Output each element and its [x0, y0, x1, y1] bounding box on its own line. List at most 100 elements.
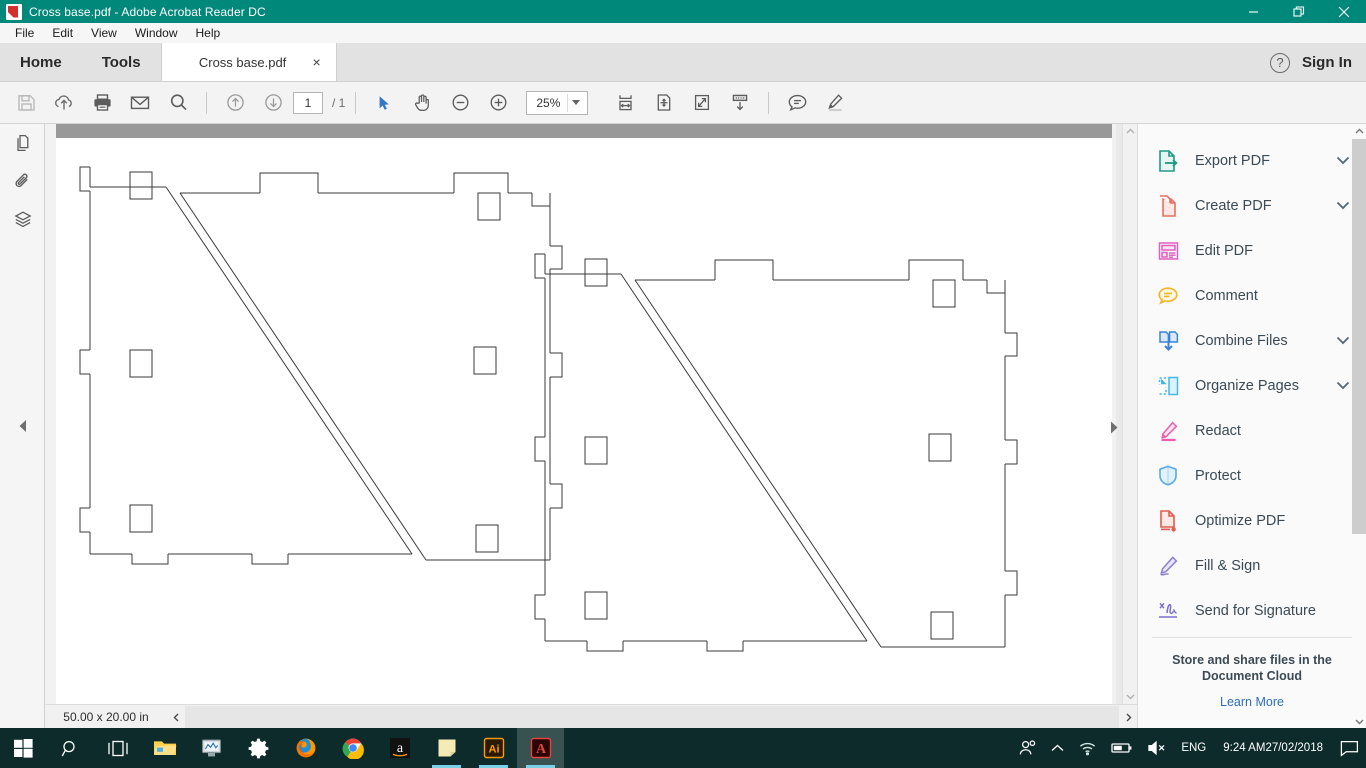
close-icon[interactable]	[1321, 0, 1366, 23]
people-icon[interactable]	[1012, 728, 1044, 768]
zoom-level-select[interactable]: 25%	[526, 90, 589, 115]
clock[interactable]: 9:24 AM 27/02/2018	[1213, 728, 1333, 768]
scroll-up-icon[interactable]	[1123, 124, 1138, 139]
chevron-down-icon[interactable]	[1336, 377, 1350, 395]
wifi-icon[interactable]	[1071, 728, 1104, 768]
comment-icon[interactable]	[779, 87, 815, 119]
previous-page-icon[interactable]	[217, 87, 253, 119]
search-icon[interactable]	[47, 728, 94, 768]
window-title: Cross base.pdf - Adobe Acrobat Reader DC	[29, 4, 266, 19]
svg-text:Ai: Ai	[488, 744, 499, 756]
collapse-left-pane-icon[interactable]	[0, 414, 45, 438]
learn-more-link[interactable]: Learn More	[1160, 695, 1344, 709]
zoom-out-icon[interactable]	[442, 87, 478, 119]
language-indicator[interactable]: ENG	[1174, 728, 1213, 768]
amazon-icon[interactable]: a	[376, 728, 423, 768]
menu-file[interactable]: File	[6, 24, 43, 42]
sign-in-button[interactable]: Sign In	[1302, 54, 1352, 71]
tool-export-pdf[interactable]: Export PDF	[1138, 138, 1366, 183]
chevron-up-icon[interactable]	[1044, 728, 1071, 768]
chevron-down-icon[interactable]	[1336, 332, 1350, 350]
tool-label: Combine Files	[1195, 332, 1288, 349]
scroll-left-icon[interactable]	[167, 705, 185, 729]
tab-tools[interactable]: Tools	[82, 43, 161, 81]
title-bar: Cross base.pdf - Adobe Acrobat Reader DC	[0, 0, 1366, 23]
attachments-icon[interactable]	[0, 162, 45, 200]
pane-scroll-up-icon[interactable]	[1352, 124, 1366, 139]
help-icon[interactable]: ?	[1270, 52, 1290, 73]
chevron-down-icon[interactable]	[1336, 152, 1350, 170]
menu-bar: File Edit View Window Help	[0, 23, 1366, 43]
settings-gear-icon[interactable]	[235, 728, 282, 768]
tool-optimize-pdf[interactable]: Optimize PDF	[1138, 498, 1366, 543]
page-thumbnails-icon[interactable]	[0, 124, 45, 162]
pdf-page-canvas[interactable]	[56, 138, 1112, 704]
tool-edit-pdf[interactable]: Edit PDF	[1138, 228, 1366, 273]
email-icon[interactable]	[122, 87, 158, 119]
tool-create-pdf[interactable]: Create PDF	[1138, 183, 1366, 228]
tools-pane-scrollbar[interactable]	[1352, 124, 1366, 729]
start-button-icon[interactable]	[0, 728, 47, 768]
chrome-icon[interactable]	[329, 728, 376, 768]
vertical-scroll-thumb[interactable]	[1123, 139, 1138, 679]
toolbar-separator	[206, 91, 207, 114]
zoom-region-icon[interactable]	[684, 87, 720, 119]
firefox-icon[interactable]	[282, 728, 329, 768]
search-icon[interactable]	[160, 87, 196, 119]
menu-window[interactable]: Window	[126, 24, 187, 42]
pane-scroll-thumb[interactable]	[1352, 139, 1366, 534]
chevron-down-icon[interactable]	[1336, 197, 1350, 215]
menu-edit[interactable]: Edit	[43, 24, 82, 42]
system-tray: ENG 9:24 AM 27/02/2018	[1012, 728, 1366, 768]
battery-icon[interactable]	[1104, 728, 1140, 768]
page-total-label: / 1	[332, 95, 346, 110]
close-tab-icon[interactable]: ×	[308, 53, 326, 71]
export-pdf-icon	[1155, 149, 1181, 173]
sticky-notes-icon[interactable]	[423, 728, 470, 768]
tool-organize-pages[interactable]: Organize Pages	[1138, 363, 1366, 408]
tab-home[interactable]: Home	[0, 43, 82, 81]
zoom-in-icon[interactable]	[480, 87, 516, 119]
fit-page-icon[interactable]	[646, 87, 682, 119]
scroll-down-icon[interactable]	[1123, 689, 1138, 704]
highlight-icon[interactable]	[817, 87, 853, 119]
acrobat-icon	[6, 3, 22, 20]
save-icon[interactable]	[8, 87, 44, 119]
expand-right-pane-icon[interactable]	[1108, 416, 1120, 438]
tab-document[interactable]: Cross base.pdf ×	[160, 43, 337, 81]
hand-tool-icon[interactable]	[404, 87, 440, 119]
print-icon[interactable]	[84, 87, 120, 119]
select-tool-icon[interactable]	[366, 87, 402, 119]
document-vertical-scrollbar[interactable]	[1122, 124, 1138, 704]
tool-redact[interactable]: Redact	[1138, 408, 1366, 453]
toolbar-separator-3	[768, 91, 770, 114]
restore-icon[interactable]	[1276, 0, 1321, 23]
tool-protect[interactable]: Protect	[1138, 453, 1366, 498]
next-page-icon[interactable]	[255, 87, 291, 119]
file-explorer-icon[interactable]	[141, 728, 188, 768]
tool-combine-files[interactable]: Combine Files	[1138, 318, 1366, 363]
edit-pdf-icon	[1155, 240, 1181, 262]
fit-width-icon[interactable]	[608, 87, 644, 119]
tool-fill-sign[interactable]: Fill & Sign	[1138, 543, 1366, 588]
acrobat-icon[interactable]: A	[517, 728, 564, 768]
task-view-icon[interactable]	[94, 728, 141, 768]
tool-comment[interactable]: Comment	[1138, 273, 1366, 318]
menu-view[interactable]: View	[82, 24, 126, 42]
horizontal-scroll-track[interactable]	[185, 705, 1119, 729]
action-center-icon[interactable]	[1333, 728, 1366, 768]
scroll-right-icon[interactable]	[1119, 705, 1137, 729]
scroll-mode-icon[interactable]	[722, 87, 758, 119]
menu-help[interactable]: Help	[187, 24, 230, 42]
redact-icon	[1155, 420, 1181, 442]
minimize-icon[interactable]	[1231, 0, 1276, 23]
pane-scroll-down-icon[interactable]	[1352, 714, 1366, 729]
illustrator-icon[interactable]: Ai	[470, 728, 517, 768]
monitor-app-icon[interactable]	[188, 728, 235, 768]
page-number-input[interactable]: 1	[293, 91, 323, 114]
layers-icon[interactable]	[0, 200, 45, 238]
volume-muted-icon[interactable]	[1140, 728, 1174, 768]
tool-send-for-signature[interactable]: Send for Signature	[1138, 588, 1366, 633]
tool-label: Protect	[1195, 467, 1241, 484]
cloud-upload-icon[interactable]	[46, 87, 82, 119]
